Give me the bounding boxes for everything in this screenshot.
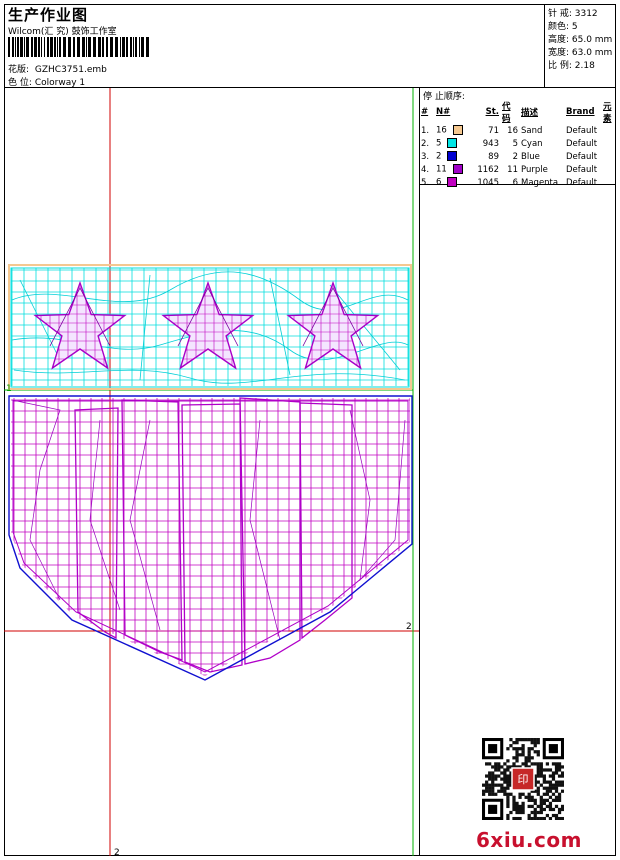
star-3 xyxy=(286,280,380,370)
stripe-2 xyxy=(121,399,183,661)
star-2 xyxy=(161,280,255,370)
star-1 xyxy=(33,280,127,370)
stripe-1 xyxy=(74,407,119,640)
marker-2-right: 2 xyxy=(406,622,412,632)
purple-travel-strokes xyxy=(11,399,406,641)
marker-2-bottom: 2 xyxy=(114,848,120,858)
production-worksheet: 生产作业图 Wilcom(汇 究) 鼓饰工作室 花版: GZHC3751.emb… xyxy=(0,0,620,860)
qr-code: 印 xyxy=(482,738,564,820)
watermark-brand: 6xiu.com xyxy=(476,828,582,852)
marker-1: 1 xyxy=(6,384,12,394)
stripe-4 xyxy=(239,397,301,665)
embroidery-design-preview: 1 2 2 xyxy=(4,88,419,858)
stamp-glyph: 印 xyxy=(518,773,529,786)
